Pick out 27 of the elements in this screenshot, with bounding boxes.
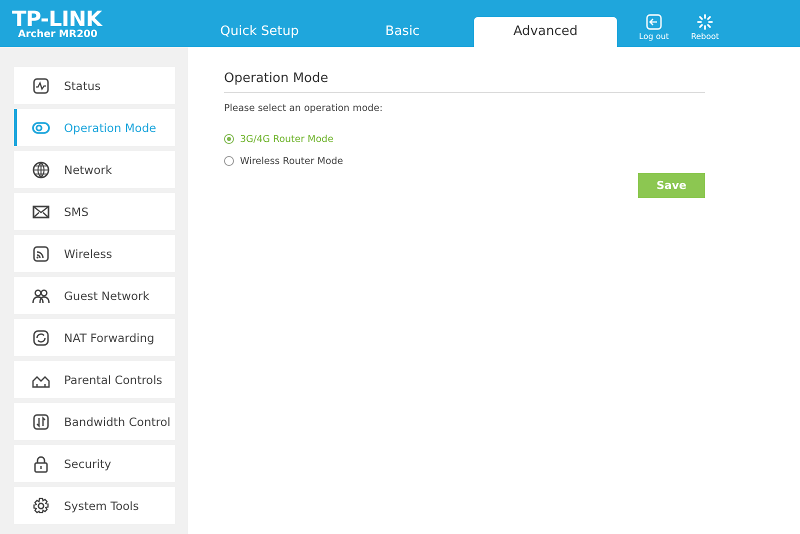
spinner-icon <box>697 14 713 30</box>
radio-option[interactable]: Wireless Router Mode <box>224 150 705 172</box>
people-icon <box>32 286 50 304</box>
sidebar-item[interactable]: Wireless <box>14 235 175 272</box>
sidebar-item[interactable]: Bandwidth Control <box>14 403 175 440</box>
sidebar-item[interactable]: Security <box>14 445 175 482</box>
pulse-icon <box>32 76 50 94</box>
envelope-icon <box>32 202 50 220</box>
wifi-icon <box>32 244 50 262</box>
lock-icon <box>32 454 50 472</box>
sidebar-item[interactable]: Parental Controls <box>14 361 175 398</box>
brand-logo: TP-LINK <box>12 9 102 29</box>
sidebar-item[interactable]: NAT Forwarding <box>14 319 175 356</box>
nav-tab[interactable]: Advanced <box>474 17 617 47</box>
globe-icon <box>32 160 50 178</box>
model-name: Archer MR200 <box>18 29 98 40</box>
sidebar-item[interactable]: Status <box>14 67 175 104</box>
logout-icon <box>646 14 662 30</box>
gear-icon <box>32 496 50 514</box>
sidebar-item[interactable]: Network <box>14 151 175 188</box>
arrows-icon <box>32 412 50 430</box>
refresh-icon <box>32 328 50 346</box>
sidebar-item[interactable]: SMS <box>14 193 175 230</box>
prompt-text: Please select an operation mode: <box>224 103 384 114</box>
section-title: Operation Mode <box>224 71 705 93</box>
sidebar-item[interactable]: Guest Network <box>14 277 175 314</box>
sidebar-item[interactable]: System Tools <box>14 487 175 524</box>
